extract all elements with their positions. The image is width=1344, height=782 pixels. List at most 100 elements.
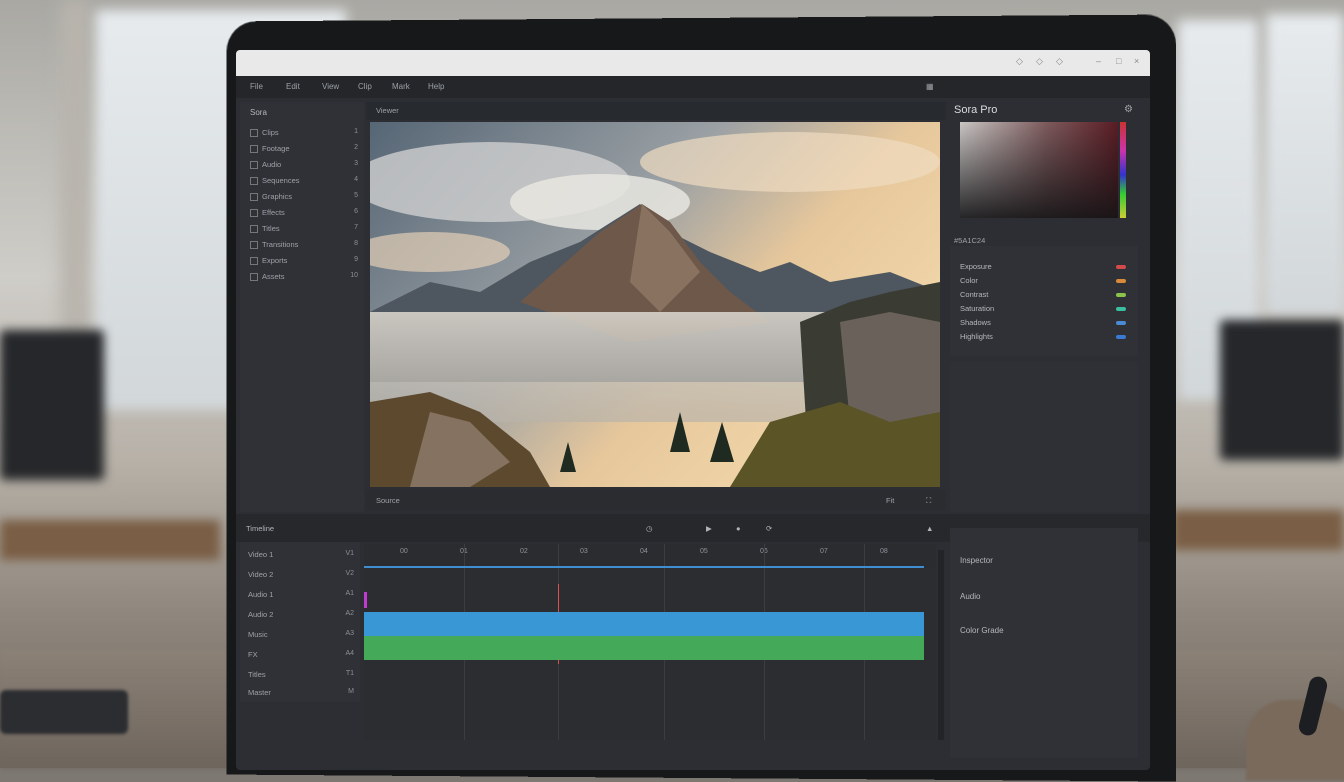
loop-icon[interactable]: ⟳ <box>766 524 772 533</box>
inspector-row[interactable]: Audio <box>960 592 980 601</box>
checkbox-icon[interactable] <box>250 193 258 202</box>
adjustment-row[interactable]: Saturation <box>960 304 994 313</box>
laptop-brand <box>604 758 684 768</box>
checkbox-icon[interactable] <box>250 129 258 138</box>
media-item-num: 8 <box>354 240 358 247</box>
checkbox-icon[interactable] <box>250 241 258 250</box>
marker-track[interactable] <box>364 566 924 568</box>
media-item-label: Sequences <box>262 176 300 185</box>
color-value[interactable]: #5A1C24 <box>954 236 985 245</box>
laptop-screen: ◇ ◇ ◇ – □ × File Edit View Clip Mark Hel… <box>236 50 1150 770</box>
swatch <box>1116 293 1126 297</box>
media-panel: Sora Clips 1 Footage 2 Audio 3 Sequences… <box>240 102 364 512</box>
video-viewer[interactable] <box>370 122 940 487</box>
track-label[interactable]: FX <box>248 650 258 659</box>
window-icon[interactable]: ◇ <box>1016 56 1023 67</box>
track-label[interactable]: Titles <box>248 670 266 679</box>
track-label[interactable]: Video 1 <box>248 550 273 559</box>
swatch <box>1116 279 1126 283</box>
timeline-ruler[interactable]: 00 01 02 03 04 05 06 07 08 <box>364 544 936 568</box>
menu-edit[interactable]: Edit <box>286 82 300 91</box>
video-clip[interactable] <box>364 612 924 636</box>
media-item-num: 6 <box>354 208 358 215</box>
menu-help[interactable]: Help <box>428 82 444 91</box>
adjustment-row[interactable]: Shadows <box>960 318 991 327</box>
track-label[interactable]: Master <box>248 688 271 697</box>
track-label[interactable]: Video 2 <box>248 570 273 579</box>
media-item-label: Effects <box>262 208 285 217</box>
background-monitor <box>0 330 104 480</box>
media-item[interactable]: Transitions <box>250 240 299 250</box>
media-item-label: Footage <box>262 144 290 153</box>
media-item[interactable]: Effects <box>250 208 285 218</box>
close-icon[interactable]: × <box>1134 56 1139 66</box>
adjustment-row[interactable]: Highlights <box>960 332 993 341</box>
fullscreen-icon[interactable]: ⛶ <box>926 496 931 506</box>
viewer-footer: Source Fit ⛶ <box>366 490 946 510</box>
pen-cup <box>1246 700 1344 780</box>
adjustment-row[interactable]: Exposure <box>960 262 992 271</box>
color-picker-shade <box>960 122 1118 218</box>
track-num: V2 <box>345 570 354 577</box>
swatch <box>1116 321 1126 325</box>
maximize-icon[interactable]: □ <box>1116 56 1121 66</box>
checkbox-icon[interactable] <box>250 273 258 282</box>
inspector-row[interactable]: Color Grade <box>960 626 1004 635</box>
hue-slider[interactable] <box>1120 122 1126 218</box>
ruler-mark: 02 <box>520 548 528 555</box>
viewer-toolbar: Viewer <box>366 102 946 120</box>
audio-clip[interactable] <box>364 636 924 660</box>
viewer-toolbar-label: Viewer <box>376 106 399 115</box>
menu-file[interactable]: File <box>250 82 263 91</box>
adjustment-row[interactable]: Contrast <box>960 290 988 299</box>
checkbox-icon[interactable] <box>250 145 258 154</box>
media-item-num: 7 <box>354 224 358 231</box>
media-item-num: 2 <box>354 144 358 151</box>
media-item[interactable]: Graphics <box>250 192 293 202</box>
viewer-fit-label[interactable]: Fit <box>886 496 894 505</box>
window <box>1266 14 1344 314</box>
track-label[interactable]: Audio 2 <box>248 610 273 619</box>
inspector-panel: Inspector Audio Color Grade <box>950 528 1138 758</box>
ruler-mark: 08 <box>880 548 888 555</box>
checkbox-icon[interactable] <box>250 161 258 170</box>
menu-mark[interactable]: Mark <box>392 82 410 91</box>
settings-icon[interactable]: ⚙ <box>1124 104 1133 115</box>
menu-view[interactable]: View <box>322 82 339 91</box>
checkbox-icon[interactable] <box>250 257 258 266</box>
media-item-label: Transitions <box>262 240 299 249</box>
track-label[interactable]: Music <box>248 630 268 639</box>
timeline[interactable]: 00 01 02 03 04 05 06 07 08 <box>364 544 936 740</box>
checkbox-icon[interactable] <box>250 177 258 186</box>
notebook <box>0 690 128 734</box>
window-icon[interactable]: ◇ <box>1056 56 1063 67</box>
track-num: A1 <box>345 590 354 597</box>
collapse-icon[interactable]: ▲ <box>926 524 933 533</box>
media-item-num: 3 <box>354 160 358 167</box>
media-item[interactable]: Exports <box>250 256 287 266</box>
checkbox-icon[interactable] <box>250 209 258 218</box>
media-item[interactable]: Footage <box>250 144 290 154</box>
window-icon[interactable]: ◇ <box>1036 56 1043 67</box>
media-item[interactable]: Assets <box>250 272 285 282</box>
checkbox-icon[interactable] <box>250 225 258 234</box>
adjustment-row[interactable]: Color <box>960 276 978 285</box>
play-icon[interactable]: ▶ <box>706 524 712 533</box>
panel-icon[interactable]: ▦ <box>926 82 934 91</box>
swatch <box>1116 265 1126 269</box>
timecode-icon[interactable]: ◷ <box>646 524 653 533</box>
media-item[interactable]: Clips <box>250 128 279 138</box>
media-item[interactable]: Titles <box>250 224 280 234</box>
record-icon[interactable]: ● <box>736 524 741 533</box>
media-item[interactable]: Sequences <box>250 176 300 186</box>
title-bar: ◇ ◇ ◇ – □ × <box>236 50 1150 76</box>
media-item[interactable]: Audio <box>250 160 281 170</box>
track-num: A2 <box>345 610 354 617</box>
timeline-scrollbar[interactable] <box>938 550 944 740</box>
minimize-icon[interactable]: – <box>1096 56 1101 66</box>
media-item-label: Graphics <box>262 192 293 201</box>
track-label[interactable]: Audio 1 <box>248 590 273 599</box>
menu-clip[interactable]: Clip <box>358 82 372 91</box>
swatch <box>1116 307 1126 311</box>
clip-marker[interactable] <box>364 592 367 608</box>
